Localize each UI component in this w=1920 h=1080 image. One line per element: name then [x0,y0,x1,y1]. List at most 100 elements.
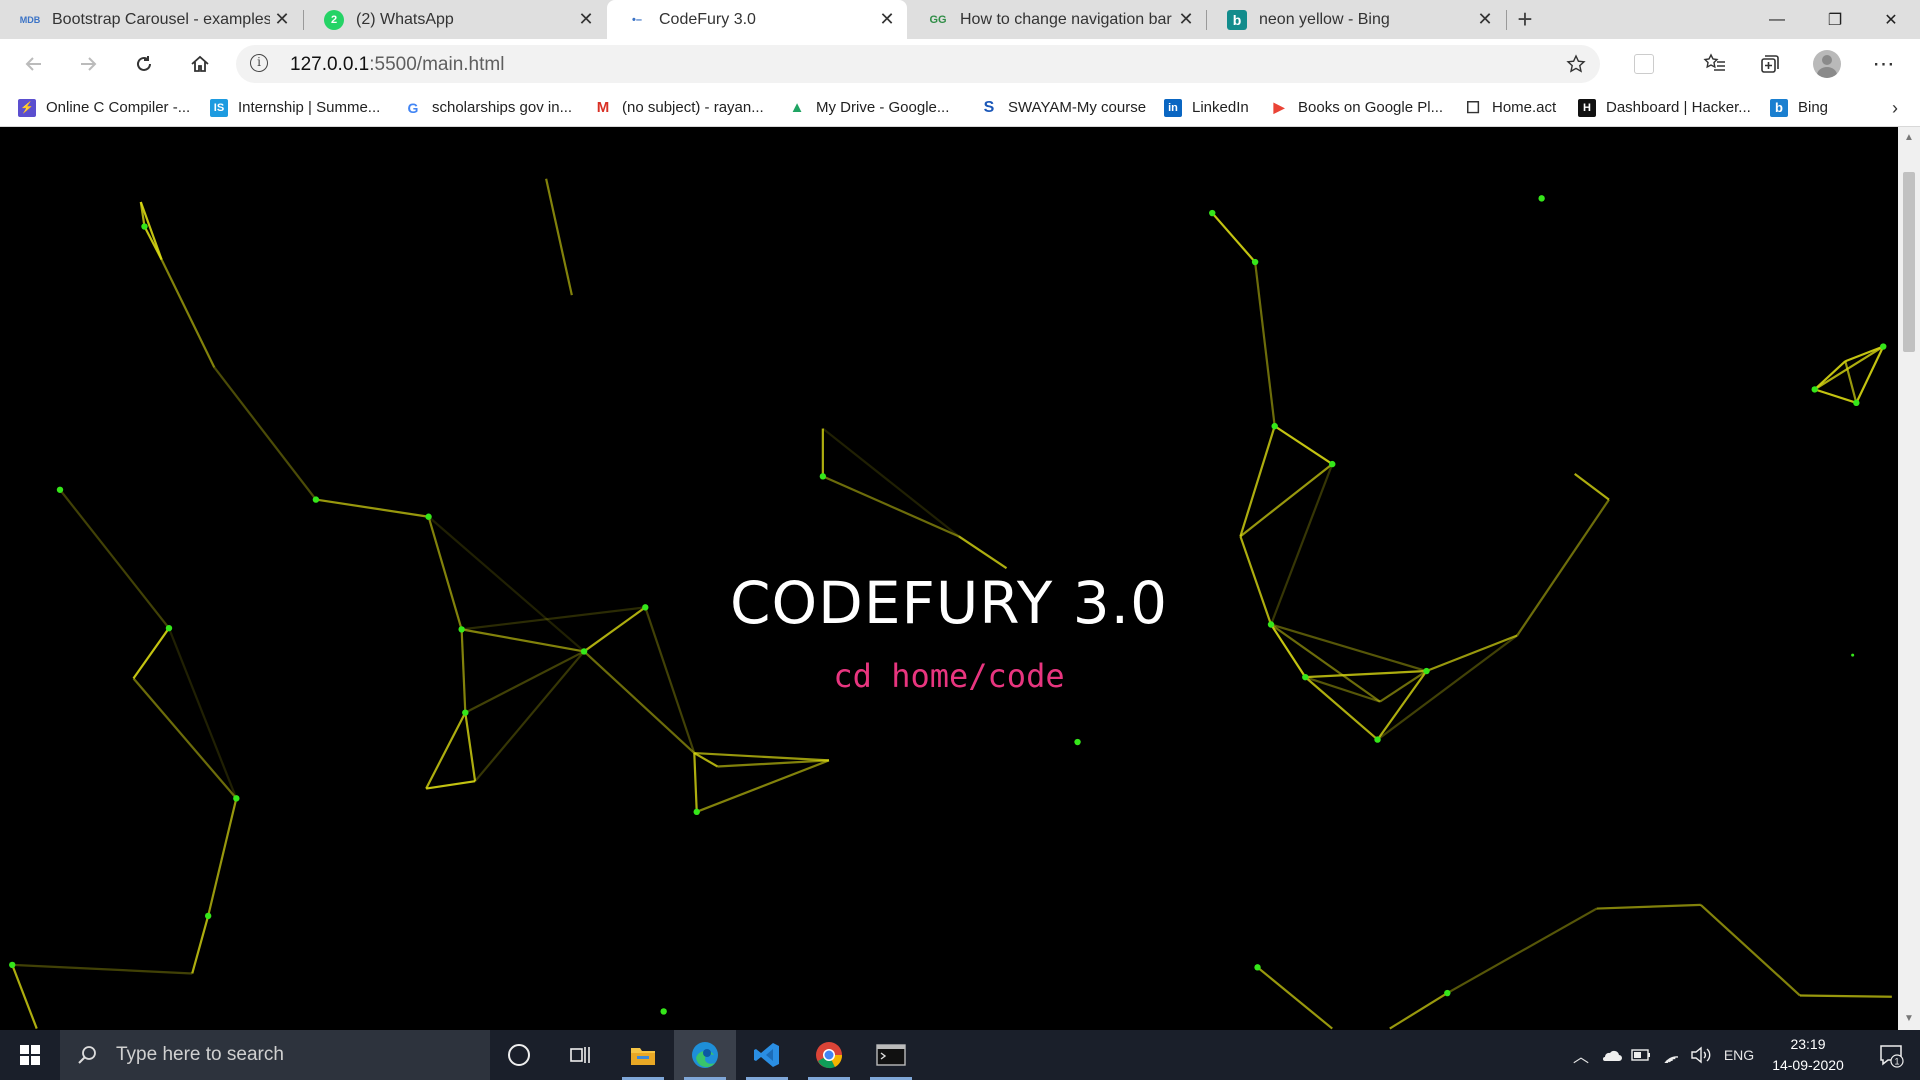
profile-button[interactable] [1809,46,1845,82]
bookmark-home-act[interactable]: ☐ Home.act [1464,89,1556,126]
bookmark-google-drive[interactable]: ▲ My Drive - Google... [788,89,950,126]
particle-node [56,486,64,493]
notification-count: 1 [1894,1057,1899,1067]
taskbar: Type here to search ︿ ENG 23:19 14-09-20… [0,1030,1920,1080]
scroll-thumb[interactable] [1903,172,1915,352]
bookmark-linkedin[interactable]: in LinkedIn [1164,89,1249,126]
start-button[interactable] [0,1030,60,1080]
particle-link [696,759,830,813]
geeksforgeeks-icon: GG [929,13,947,26]
windows-logo-icon [20,1045,40,1065]
close-icon[interactable]: ✕ [270,9,294,30]
cortana-button[interactable] [488,1030,550,1080]
bookmark-scholarships[interactable]: Gscholarships gov in... [404,89,573,126]
bookmark-swayam[interactable]: S SWAYAM-My course [980,89,1146,126]
minimize-button[interactable]: — [1748,0,1806,39]
show-hidden-icons-chevron-up-icon[interactable]: ︿ [1568,1030,1594,1080]
scroll-up-arrow-icon[interactable]: ▲ [1898,127,1920,149]
tab-whatsapp[interactable]: 2 (2) WhatsApp ✕ [304,0,606,39]
particle-link [1446,907,1598,995]
tab-divider [1506,10,1507,30]
hackerrank-icon: H [1578,98,1596,117]
avatar [1813,50,1841,78]
bookmark-online-c-compiler[interactable]: ⚡ Online C Compiler -... [18,89,190,126]
particle-node [425,513,432,520]
volume-icon[interactable] [1688,1030,1714,1080]
particle-node [1880,343,1887,350]
wifi-icon[interactable] [1658,1030,1684,1080]
bookmark-bing[interactable]: b Bing [1770,89,1828,126]
close-window-button[interactable]: ✕ [1862,0,1920,39]
tab-navigation-bar[interactable]: GG How to change navigation bar co ✕ [908,0,1206,39]
taskbar-search[interactable]: Type here to search [60,1030,490,1080]
notification-button[interactable]: 1 [1866,1030,1916,1080]
particle-node [693,808,700,816]
close-icon[interactable]: ✕ [574,9,598,30]
refresh-button[interactable] [126,46,162,82]
extension-icon [1634,54,1654,74]
back-button[interactable] [16,46,52,82]
tab-codefury[interactable]: •– CodeFury 3.0 ✕ [607,0,907,39]
maximize-button[interactable]: ❐ [1806,0,1864,39]
bookmark-hackerrank[interactable]: H Dashboard | Hacker... [1578,89,1751,126]
settings-more-button[interactable]: ⋯ [1866,46,1902,82]
gmail-icon: M [596,99,610,116]
collections-button[interactable] [1752,46,1788,82]
bookmark-label: Online C Compiler -... [46,99,191,116]
particle-link [1389,992,1448,1030]
bookmark-internship[interactable]: IS Internship | Summe... [210,89,380,126]
particle-link [1274,425,1333,465]
vscode-button[interactable] [736,1030,798,1080]
file-explorer-button[interactable] [612,1030,674,1080]
google-play-icon: ▶ [1273,99,1285,115]
address-text[interactable]: 127.0.0.1:5500/main.html [290,54,504,76]
close-icon[interactable]: ✕ [1174,9,1198,30]
particle-node [1074,738,1081,746]
close-icon[interactable]: ✕ [875,9,899,30]
tab-bing[interactable]: b neon yellow - Bing ✕ [1207,0,1505,39]
particle-node [1538,195,1545,202]
favorite-star-icon[interactable] [1566,54,1586,74]
bookmark-gmail[interactable]: M (no subject) - rayan... [594,89,764,126]
close-icon[interactable]: ✕ [1473,9,1497,30]
mdb-icon: MDB [19,14,41,25]
back-arrow-icon [25,57,41,71]
clock-date: 14-09-2020 [1772,1057,1844,1073]
terminal-button[interactable] [860,1030,922,1080]
home-button[interactable] [182,46,218,82]
particle-node [312,496,320,503]
favorites-button[interactable] [1697,46,1733,82]
clock[interactable]: 23:19 14-09-2020 [1760,1034,1856,1076]
vscode-icon [754,1043,779,1067]
particle-link [425,780,476,790]
particle-node [580,648,588,655]
onedrive-cloud-icon[interactable] [1598,1030,1624,1080]
chevron-right-icon[interactable]: › [1892,98,1898,119]
google-drive-icon: ▲ [789,99,805,116]
particle-node [660,1008,667,1015]
new-tab-button[interactable]: + [1510,0,1540,39]
task-view-button[interactable] [550,1030,612,1080]
site-info-icon[interactable]: i [250,54,268,72]
battery-icon[interactable] [1628,1030,1654,1080]
bookmark-google-books[interactable]: ▶ Books on Google Pl... [1270,89,1443,126]
forward-button[interactable] [70,46,106,82]
cortana-icon [508,1044,530,1066]
tab-title: (2) WhatsApp [356,10,454,28]
extension-button[interactable] [1626,46,1662,82]
task-view-icon [570,1047,590,1063]
edge-button[interactable] [674,1030,736,1080]
bookmark-label: scholarships gov in... [432,99,573,116]
forward-arrow-icon [81,57,97,71]
address-bar[interactable]: i 127.0.0.1:5500/main.html [236,45,1600,83]
chrome-button[interactable] [798,1030,860,1080]
language-indicator[interactable]: ENG [1718,1030,1760,1080]
replit-icon: ⚡ [18,98,36,117]
bookmark-label: My Drive - Google... [816,99,950,116]
scroll-down-arrow-icon[interactable]: ▼ [1898,1008,1920,1030]
particle-node [819,473,827,480]
particle-link [1813,360,1847,391]
tab-bootstrap-carousel[interactable]: MDB Bootstrap Carousel - examples, t ✕ [0,0,302,39]
vertical-scrollbar[interactable]: ▲ ▼ [1898,127,1920,1030]
particle-link [1256,966,1333,1030]
